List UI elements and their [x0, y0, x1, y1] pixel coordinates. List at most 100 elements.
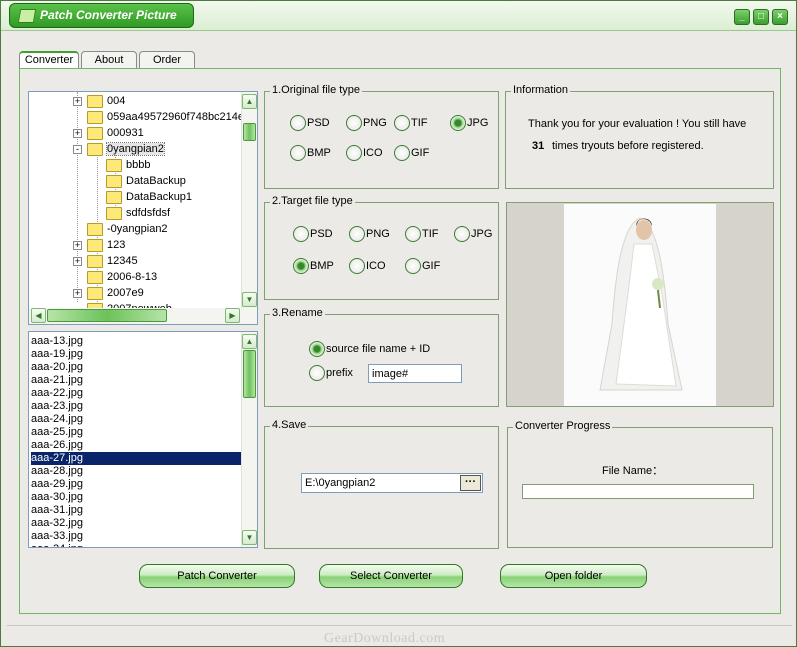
file-list-item[interactable]: aaa-21.jpg: [31, 374, 241, 387]
scroll-thumb[interactable]: [243, 123, 256, 141]
file-list-item[interactable]: aaa-23.jpg: [31, 400, 241, 413]
target-radio-bmp[interactable]: BMP: [293, 257, 334, 275]
original-radio-bmp[interactable]: BMP: [290, 144, 331, 162]
file-list-item[interactable]: aaa-20.jpg: [31, 361, 241, 374]
radio-selected-icon: [293, 258, 309, 275]
expand-icon[interactable]: +: [73, 97, 82, 106]
patch-converter-button[interactable]: Patch Converter: [139, 564, 295, 588]
tree-item-label: sdfdsfdsf: [126, 207, 171, 219]
file-list-item[interactable]: aaa-33.jpg: [31, 530, 241, 543]
radio-selected-icon: [309, 341, 325, 358]
scroll-down-icon[interactable]: ▼: [242, 530, 257, 545]
open-folder-button[interactable]: Open folder: [500, 564, 647, 588]
folder-icon: [106, 175, 122, 188]
file-list-item[interactable]: aaa-24.jpg: [31, 413, 241, 426]
tree-item-label: 2006-8-13: [107, 271, 158, 283]
file-list-item[interactable]: aaa-25.jpg: [31, 426, 241, 439]
save-group: 4.Save E:\0yangpian2 ···: [264, 419, 499, 549]
tab-about[interactable]: About: [81, 51, 137, 69]
original-radio-png[interactable]: PNG: [346, 114, 387, 132]
target-radio-png[interactable]: PNG: [349, 225, 390, 243]
original-option-label: BMP: [307, 147, 331, 159]
save-legend: 4.Save: [270, 419, 309, 431]
tree-horizontal-scrollbar[interactable]: ◀ ▶: [29, 308, 257, 324]
scroll-down-icon[interactable]: ▼: [242, 292, 257, 307]
folder-icon: [87, 127, 103, 140]
scroll-right-icon[interactable]: ▶: [225, 308, 240, 323]
close-icon[interactable]: ×: [772, 9, 788, 25]
info-legend: Information: [511, 84, 571, 96]
original-radio-tif[interactable]: TIF: [394, 114, 428, 132]
folder-tree[interactable]: +004 059aa49572960f748bc214e +000931-0yang…: [28, 91, 258, 325]
rename-group: 3.Rename source file name + ID prefix im…: [264, 307, 499, 407]
radio-icon: [349, 226, 365, 243]
target-option-label: PNG: [366, 228, 390, 240]
file-list-item[interactable]: aaa-26.jpg: [31, 439, 241, 452]
file-list-item[interactable]: aaa-34.jpg: [31, 543, 241, 547]
original-radio-psd[interactable]: PSD: [290, 114, 330, 132]
minimize-icon[interactable]: _: [734, 9, 750, 25]
tab-converter[interactable]: Converter: [19, 51, 79, 69]
expand-icon[interactable]: +: [73, 129, 82, 138]
browse-button[interactable]: ···: [460, 475, 481, 491]
radio-icon: [405, 258, 421, 275]
file-list[interactable]: aaa-13.jpg aaa-19.jpg aaa-20.jpg aaa-21.jpg…: [28, 331, 258, 548]
preview-photo: [564, 204, 716, 406]
file-list-item[interactable]: aaa-19.jpg: [31, 348, 241, 361]
scroll-up-icon[interactable]: ▲: [242, 94, 257, 109]
scroll-up-icon[interactable]: ▲: [242, 334, 257, 349]
target-radio-psd[interactable]: PSD: [293, 225, 333, 243]
target-filetype-group: 2.Target file type PSD PNG TIF JPG BMP ICO GIF: [264, 195, 499, 300]
expand-icon[interactable]: +: [73, 289, 82, 298]
image-preview: [506, 202, 774, 407]
radio-icon: [394, 115, 410, 132]
tree-item-label: 2007e9: [107, 287, 144, 299]
target-radio-gif[interactable]: GIF: [405, 257, 440, 275]
save-path-input[interactable]: E:\0yangpian2: [301, 473, 483, 493]
file-list-item[interactable]: aaa-27.jpg: [31, 452, 241, 465]
tab-order[interactable]: Order: [139, 51, 195, 69]
expand-icon[interactable]: +: [73, 257, 82, 266]
radio-icon: [405, 226, 421, 243]
rename-prefix-radio[interactable]: prefix: [309, 364, 353, 382]
target-radio-tif[interactable]: TIF: [405, 225, 439, 243]
tryout-count: 31: [532, 140, 545, 152]
target-option-label: BMP: [310, 260, 334, 272]
original-option-label: JPG: [467, 117, 489, 129]
original-radio-jpg[interactable]: JPG: [450, 114, 488, 132]
file-list-item[interactable]: aaa-30.jpg: [31, 491, 241, 504]
maximize-icon[interactable]: □: [753, 9, 769, 25]
file-list-item[interactable]: aaa-31.jpg: [31, 504, 241, 517]
tree-item-label: 000931: [107, 127, 144, 139]
filelist-vertical-scrollbar[interactable]: ▲ ▼: [241, 332, 257, 547]
tree-item-label: 0yangpian2: [106, 142, 165, 156]
collapse-icon[interactable]: -: [73, 145, 82, 154]
file-name-label: File Name：: [602, 465, 664, 477]
file-list-item[interactable]: aaa-32.jpg: [31, 517, 241, 530]
folder-icon: [87, 95, 103, 108]
radio-icon: [293, 226, 309, 243]
original-radio-ico[interactable]: ICO: [346, 144, 383, 162]
save-path-value: E:\0yangpian2: [305, 477, 376, 489]
select-converter-button[interactable]: Select Converter: [319, 564, 463, 588]
radio-icon: [394, 145, 410, 162]
title-bar: Patch Converter Picture _ □ ×: [1, 1, 796, 31]
scroll-thumb-horizontal[interactable]: [47, 309, 167, 322]
tree-vertical-scrollbar[interactable]: ▲ ▼: [241, 92, 257, 310]
rename-prefix-label: prefix: [326, 367, 353, 379]
prefix-input[interactable]: image#: [368, 364, 462, 383]
radio-icon: [290, 115, 306, 132]
scroll-left-icon[interactable]: ◀: [31, 308, 46, 323]
file-list-item[interactable]: aaa-13.jpg: [31, 335, 241, 348]
original-legend: 1.Original file type: [270, 84, 363, 96]
file-list-item[interactable]: aaa-28.jpg: [31, 465, 241, 478]
target-radio-ico[interactable]: ICO: [349, 257, 386, 275]
file-list-item[interactable]: aaa-29.jpg: [31, 478, 241, 491]
file-list-item[interactable]: aaa-22.jpg: [31, 387, 241, 400]
target-radio-jpg[interactable]: JPG: [454, 225, 492, 243]
rename-source-radio[interactable]: source file name + ID: [309, 340, 430, 358]
folder-icon: [87, 223, 103, 236]
scroll-thumb[interactable]: [243, 350, 256, 398]
expand-icon[interactable]: +: [73, 241, 82, 250]
original-radio-gif[interactable]: GIF: [394, 144, 429, 162]
